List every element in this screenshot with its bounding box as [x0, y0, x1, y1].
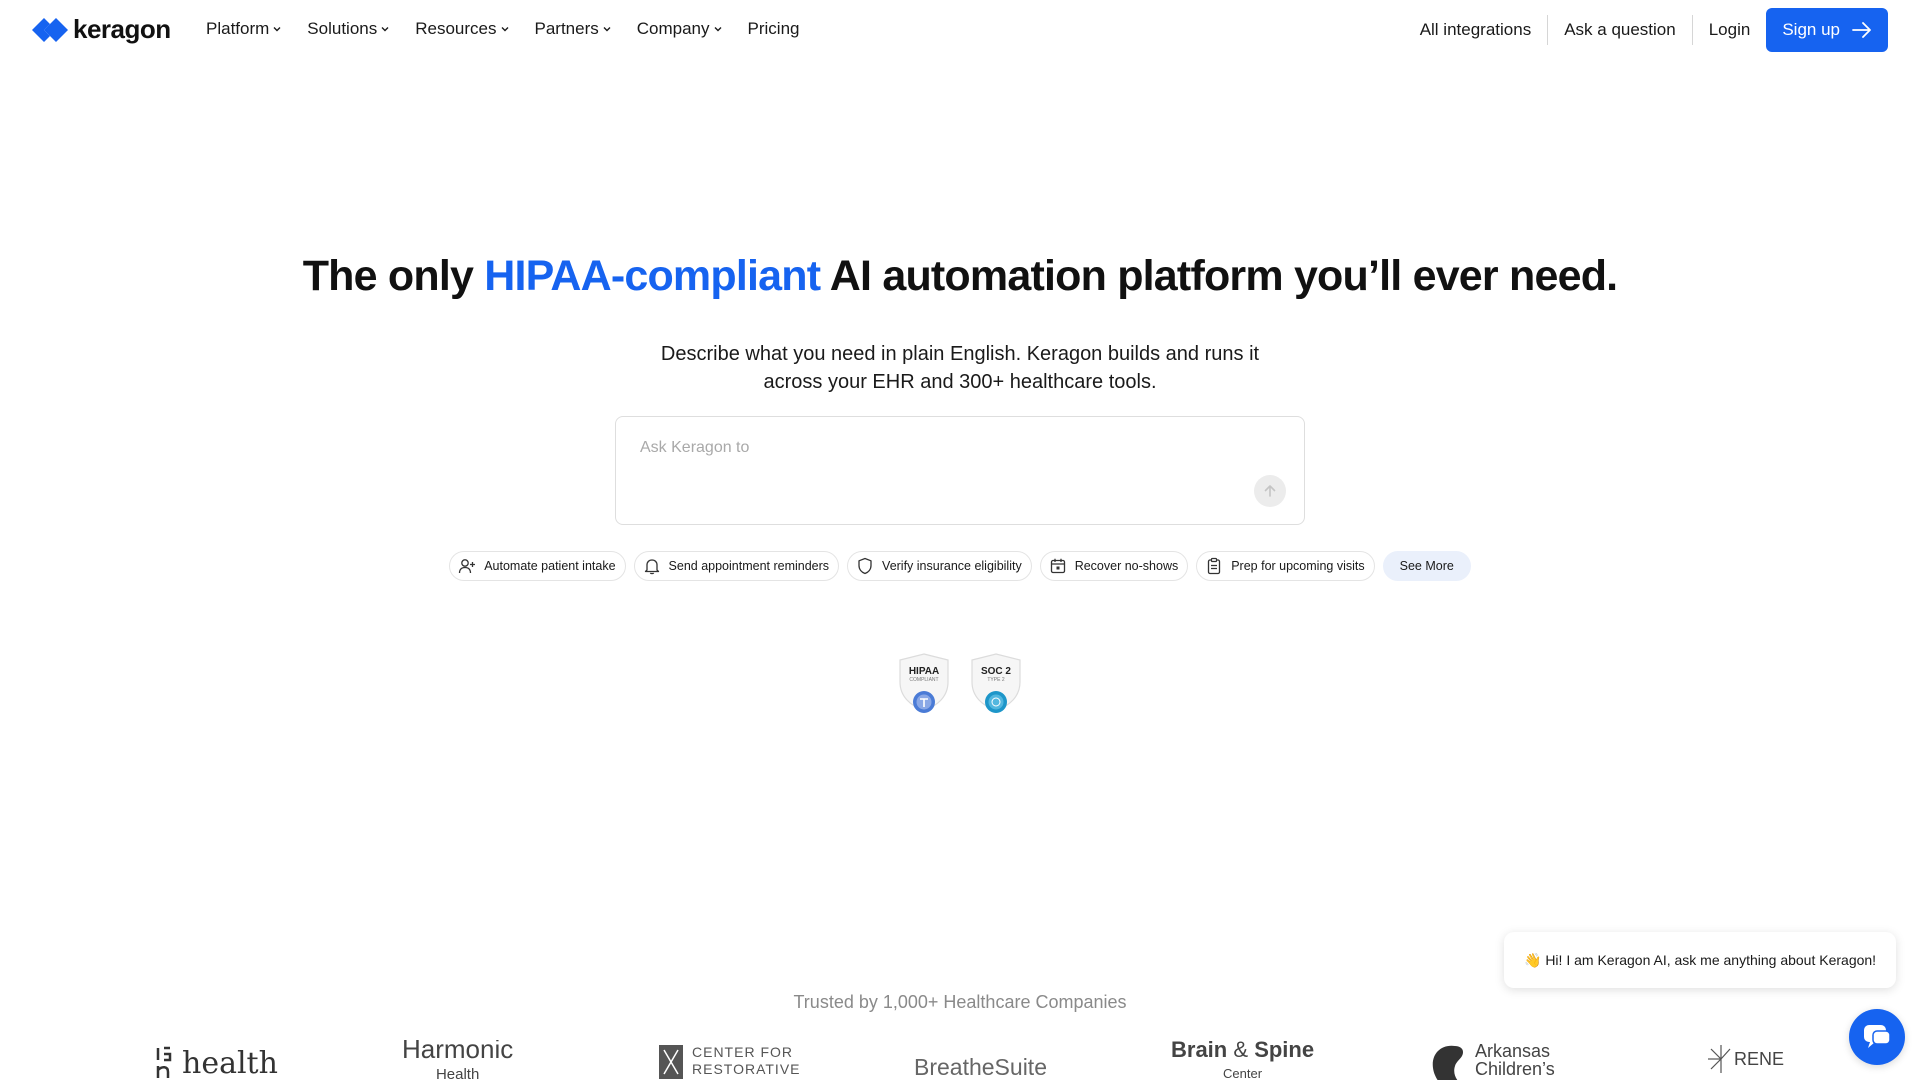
signup-label: Sign up: [1782, 20, 1840, 39]
customer-logo-harmonic-text: Harmonic: [402, 1040, 514, 1064]
health-logo-icon: [156, 1046, 172, 1078]
menu-partners-label: Partners: [534, 19, 599, 38]
ask-question-link[interactable]: Ask a question: [1548, 20, 1692, 40]
menu-solutions-label: Solutions: [307, 19, 378, 38]
top-navigation: keragon Platform Solutions Resources Par…: [0, 0, 1920, 60]
chip-recover-no-shows[interactable]: Recover no-shows: [1039, 551, 1189, 581]
brand-name: keragon: [73, 14, 171, 44]
menu-pricing-label: Pricing: [747, 19, 800, 38]
soc2-badge-sub: TYPE 2: [987, 677, 1005, 683]
chip-label: Recover no-shows: [1074, 559, 1179, 573]
chip-label: Prep for upcoming visits: [1231, 559, 1365, 573]
hipaa-badge: HIPAA COMPLIANT: [896, 652, 952, 716]
chevron-down-icon: [381, 27, 389, 32]
all-integrations-link[interactable]: All integrations: [1404, 20, 1548, 40]
see-more-label: See More: [1399, 559, 1454, 573]
customer-logo-center-restorative: CENTER FOR RESTORATIVE: [658, 1044, 801, 1080]
customer-logo-rene-text: RENE: [1734, 1048, 1785, 1069]
soc2-badge: SOC 2 TYPE 2: [968, 652, 1024, 716]
center-restorative-line-1: CENTER FOR: [692, 1044, 793, 1060]
subhead-line-2: across your EHR and 300+ healthcare tool…: [763, 371, 1157, 393]
chip-send-appointment-reminders[interactable]: Send appointment reminders: [633, 551, 840, 581]
chip-label: Send appointment reminders: [668, 559, 830, 573]
menu-solutions[interactable]: Solutions: [307, 19, 390, 39]
brain-spine-ampersand-icon: &: [1233, 1040, 1249, 1062]
chevron-down-icon: [714, 27, 722, 32]
menu-platform[interactable]: Platform: [206, 19, 282, 39]
menu-resources[interactable]: Resources: [415, 19, 509, 39]
chip-label: Automate patient intake: [484, 559, 616, 573]
customer-logo-arkansas-childrens: Arkansas Children’s: [1425, 1042, 1555, 1080]
chevron-down-icon: [603, 27, 611, 32]
chevron-down-icon: [501, 27, 508, 32]
customer-logo-harmonic-sub: Health: [435, 1066, 480, 1080]
signup-button[interactable]: Sign up: [1766, 8, 1888, 52]
menu-resources-label: Resources: [415, 19, 497, 38]
ai-prompt-box: [615, 416, 1305, 525]
chat-icon: [1864, 1025, 1891, 1048]
hipaa-badge-sub: COMPLIANT: [909, 677, 939, 683]
center-restorative-logo-icon: [659, 1045, 683, 1079]
headline-pre: The only: [302, 252, 485, 300]
ai-prompt-input[interactable]: [640, 439, 1240, 457]
soc2-badge-title: SOC 2: [980, 666, 1011, 677]
calendar-icon: [1050, 558, 1065, 574]
chat-greeting-bubble[interactable]: 👋 Hi! I am Keragon AI, ask me anything a…: [1504, 932, 1896, 988]
menu-company-label: Company: [636, 19, 710, 38]
keragon-logo-icon: [32, 17, 68, 42]
chip-verify-insurance-eligibility[interactable]: Verify insurance eligibility: [847, 551, 1032, 581]
trusted-heading: Trusted by 1,000+ Healthcare Companies: [793, 992, 1127, 1012]
arrow-up-icon: [1264, 485, 1276, 497]
user-plus-icon: [459, 559, 476, 574]
brain-spine-wordmark: Brain & Spine: [1171, 1040, 1314, 1062]
send-prompt-button[interactable]: [1254, 475, 1286, 507]
chip-automate-patient-intake[interactable]: Automate patient intake: [449, 551, 626, 581]
brain-spine-word-1: Brain: [1171, 1040, 1228, 1062]
hipaa-badge-title: HIPAA: [908, 666, 940, 677]
hero-headline: The only HIPAA-compliant AI automation p…: [0, 252, 1920, 301]
brain-spine-sub: Center: [1223, 1066, 1263, 1080]
center-restorative-text: CENTER FOR RESTORATIVE: [692, 1044, 801, 1078]
customer-logo-breathesuite: BreatheSuite: [914, 1054, 1047, 1080]
login-link[interactable]: Login: [1693, 20, 1767, 40]
arkansas-line-1: Arkansas: [1475, 1041, 1551, 1061]
subhead-line-1: Describe what you need in plain English.…: [660, 343, 1260, 365]
customer-logo-health: health: [154, 1046, 278, 1080]
customer-logo-brain-spine: Brain & Spine Center: [1171, 1040, 1314, 1080]
headline-highlight: HIPAA-compliant: [484, 252, 821, 300]
shield-icon: [858, 557, 872, 575]
soc2-shield-icon: [971, 653, 1021, 713]
clipboard-icon: [1208, 557, 1221, 575]
center-restorative-line-2: RESTORATIVE: [692, 1061, 801, 1077]
chip-prep-for-upcoming-visits[interactable]: Prep for upcoming visits: [1196, 551, 1375, 581]
menu-pricing[interactable]: Pricing: [748, 19, 800, 39]
customer-logo-health-text: health: [182, 1046, 278, 1080]
keragon-logo[interactable]: keragon: [31, 14, 171, 45]
bell-icon: [644, 559, 659, 575]
right-navigation: All integrations Ask a question Login Si…: [1404, 8, 1920, 52]
compliance-badges: HIPAA COMPLIANT SOC 2 TYPE 2: [896, 652, 1040, 716]
see-more-button[interactable]: See More: [1382, 551, 1471, 581]
sunburst-icon: [1708, 1045, 1731, 1073]
hipaa-shield-icon: [899, 653, 949, 713]
main-menu: Platform Solutions Resources Partners Co…: [206, 19, 824, 39]
customer-logo-harmonic: Harmonic Health: [402, 1040, 513, 1080]
arkansas-childrens-logo-icon: [1432, 1045, 1463, 1080]
hero-subheading: Describe what you need in plain English.…: [0, 340, 1920, 396]
menu-platform-label: Platform: [206, 19, 270, 38]
menu-partners[interactable]: Partners: [535, 19, 612, 39]
chevron-down-icon: [273, 27, 281, 32]
suggestion-chips: Automate patient intake Send appointment…: [0, 551, 1920, 581]
chip-label: Verify insurance eligibility: [882, 559, 1022, 573]
arkansas-line-2: Children’s: [1475, 1059, 1555, 1079]
brain-spine-word-2: Spine: [1254, 1040, 1315, 1062]
arrow-right-icon: [1852, 22, 1871, 38]
customer-logos: health Harmonic Health CENTER FOR RESTOR…: [0, 1040, 1920, 1080]
arkansas-childrens-text: Arkansas Children’s: [1475, 1042, 1555, 1078]
headline-post: AI automation platform you’ll ever need.: [820, 252, 1618, 300]
chat-launcher-button[interactable]: [1849, 1009, 1905, 1065]
customer-logo-rene: RENE: [1708, 1044, 1784, 1074]
menu-company[interactable]: Company: [637, 19, 723, 39]
